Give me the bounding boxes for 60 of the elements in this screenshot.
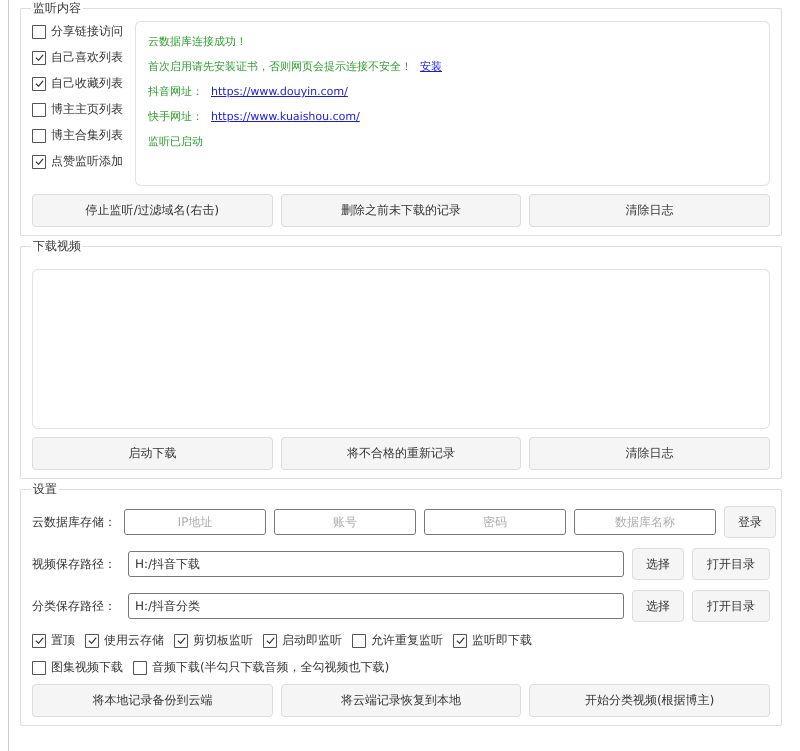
group-title: 下载视频 — [31, 238, 83, 255]
checkbox-label: 音频下载(半勾只下载音频，全勾视频也下载) — [152, 659, 390, 676]
checkbox[interactable] — [263, 634, 277, 648]
checkbox-label: 启动即监听 — [282, 632, 342, 649]
login-button[interactable]: 登录 — [724, 506, 776, 538]
link[interactable]: https://www.douyin.com/ — [211, 85, 348, 98]
input-field[interactable]: 账号 — [274, 509, 416, 535]
action-button[interactable]: 将云端记录恢复到本地 — [280, 684, 522, 717]
checkbox-label: 点赞监听添加 — [51, 153, 123, 170]
checkbox[interactable] — [133, 660, 147, 674]
action-button[interactable]: 开始分类视频(根据博主) — [529, 684, 770, 717]
checkbox-label: 监听即下载 — [472, 632, 532, 649]
checkbox-label: 博主主页列表 — [51, 101, 123, 118]
log-text: 首次启用请先安装证书，否则网页会提示连接不安全！ — [148, 59, 412, 74]
log-text: 抖音网址： — [148, 84, 203, 99]
checkbox-label: 自己喜欢列表 — [51, 49, 123, 66]
link[interactable]: https://www.kuaishou.com/ — [211, 110, 360, 123]
checkbox[interactable] — [32, 660, 46, 674]
checkbox[interactable] — [32, 102, 46, 116]
checkbox[interactable] — [453, 634, 467, 648]
log-text: 快手网址： — [148, 109, 203, 124]
field-label: 分类保存路径： — [32, 598, 117, 614]
input-field[interactable]: 密码 — [424, 509, 566, 535]
checkbox-label: 允许重复监听 — [371, 632, 443, 649]
input-field[interactable]: 数据库名称 — [574, 509, 716, 535]
path-button[interactable]: 选择 — [632, 590, 684, 622]
checkbox[interactable] — [32, 76, 46, 90]
link[interactable]: 安装 — [420, 59, 442, 74]
field-label: 云数据库存储： — [32, 514, 116, 530]
action-button[interactable]: 清除日志 — [529, 437, 770, 470]
checkbox[interactable] — [32, 634, 46, 648]
log-text: 监听已启动 — [148, 134, 203, 149]
action-button[interactable]: 停止监听/过滤域名(右击) — [32, 194, 273, 227]
action-button[interactable]: 将不合格的重新记录 — [280, 437, 522, 470]
field-label: 视频保存路径： — [32, 556, 117, 572]
checkbox-label: 分享链接访问 — [51, 23, 123, 40]
checkbox-label: 剪切板监听 — [193, 632, 253, 649]
checkbox[interactable] — [32, 24, 46, 38]
checkbox-label: 博主合集列表 — [51, 127, 123, 144]
path-button[interactable]: 打开目录 — [692, 590, 770, 622]
checkbox[interactable] — [174, 634, 188, 648]
path-field[interactable]: H:/抖音分类 — [128, 593, 624, 619]
action-button[interactable]: 删除之前未下载的记录 — [280, 194, 522, 227]
checkbox[interactable] — [352, 634, 366, 648]
checkbox-label: 置顶 — [51, 632, 75, 649]
checkbox[interactable] — [32, 154, 46, 168]
checkbox[interactable] — [85, 634, 99, 648]
log-text: 云数据库连接成功！ — [148, 34, 247, 49]
checkbox-label: 自己收藏列表 — [51, 75, 123, 92]
action-button[interactable]: 将本地记录备份到云端 — [32, 684, 273, 717]
path-button[interactable]: 选择 — [632, 548, 684, 580]
path-field[interactable]: H:/抖音下载 — [128, 551, 624, 577]
checkbox[interactable] — [32, 128, 46, 142]
checkbox-label: 使用云存储 — [104, 632, 164, 649]
checkbox[interactable] — [32, 50, 46, 64]
input-field[interactable]: IP地址 — [124, 509, 266, 535]
checkbox-label: 图集视频下载 — [51, 659, 123, 676]
path-button[interactable]: 打开目录 — [692, 548, 770, 580]
action-button[interactable]: 清除日志 — [529, 194, 770, 227]
action-button[interactable]: 启动下载 — [32, 437, 273, 470]
